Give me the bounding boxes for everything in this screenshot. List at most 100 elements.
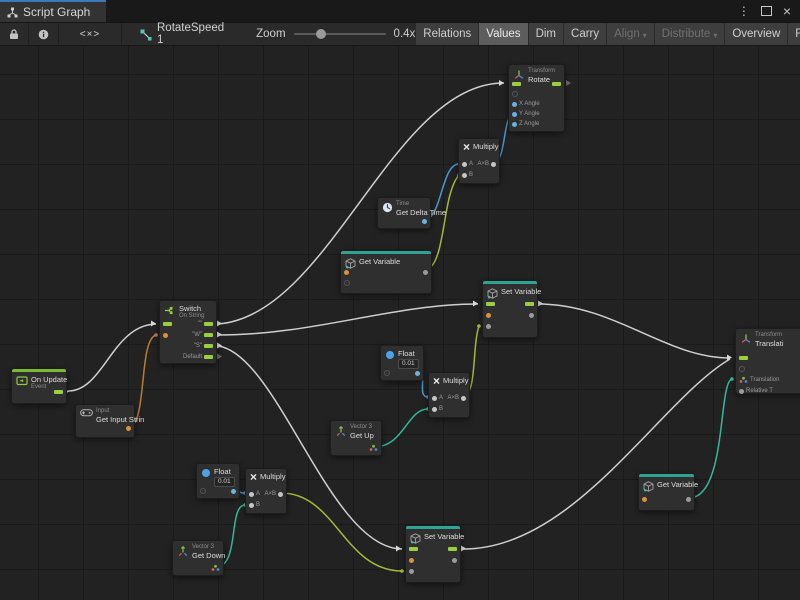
zoom-slider[interactable] bbox=[294, 33, 386, 35]
port-row: B bbox=[432, 404, 443, 414]
port-label: Y Angle bbox=[519, 111, 540, 117]
rotate-node[interactable]: TransformRotateX AngleY AngleZ Angle bbox=[508, 64, 565, 132]
lock-button[interactable] bbox=[0, 23, 29, 45]
translate-node[interactable]: TransformTranslatiTranslationRelative T bbox=[735, 328, 800, 394]
toolbar-toggle-align[interactable]: Align▾ bbox=[607, 23, 654, 45]
port-row bbox=[486, 299, 495, 309]
flow-port[interactable] bbox=[204, 344, 213, 348]
get-input-string-node[interactable]: InputGet Input Strin bbox=[75, 404, 135, 438]
unconnected-port[interactable] bbox=[200, 488, 206, 494]
flow-port[interactable] bbox=[409, 547, 418, 551]
value-port[interactable] bbox=[415, 371, 420, 376]
info-button[interactable] bbox=[29, 23, 59, 45]
set-variable-top-node[interactable]: Set Variable bbox=[482, 280, 538, 338]
value-port[interactable] bbox=[452, 558, 457, 563]
multiply-mid-node[interactable]: ×MultiplyABA×B bbox=[428, 372, 470, 418]
value-port[interactable] bbox=[462, 173, 467, 178]
flow-port[interactable] bbox=[739, 356, 748, 360]
value-port[interactable] bbox=[739, 389, 744, 394]
value-port[interactable] bbox=[491, 162, 496, 167]
on-update-node[interactable]: On UpdateEvent bbox=[11, 368, 67, 404]
zoom-thumb[interactable] bbox=[316, 29, 326, 39]
toolbar-toggle-dim[interactable]: Dim bbox=[529, 23, 563, 45]
flow-port[interactable] bbox=[552, 82, 561, 86]
flow-port[interactable] bbox=[204, 355, 213, 359]
multiply-top-node[interactable]: ×MultiplyABA×B bbox=[458, 138, 500, 184]
value-port[interactable] bbox=[231, 489, 236, 494]
toolbar-toggle-carry[interactable]: Carry bbox=[564, 23, 606, 45]
vector3-port[interactable] bbox=[211, 559, 220, 577]
node-kicker: Vector 3 bbox=[350, 424, 374, 431]
value-port[interactable] bbox=[462, 162, 467, 167]
unconnected-port[interactable] bbox=[384, 370, 390, 376]
value-port[interactable] bbox=[126, 426, 131, 431]
flow-port[interactable] bbox=[204, 333, 213, 337]
flow-port[interactable] bbox=[525, 302, 534, 306]
flow-port[interactable] bbox=[54, 390, 63, 394]
node-header: Vector 3Get Up bbox=[331, 421, 381, 440]
flow-port[interactable] bbox=[204, 322, 213, 326]
value-port[interactable] bbox=[686, 497, 691, 502]
value-port[interactable] bbox=[278, 492, 283, 497]
get-delta-time-node[interactable]: TimeGet Delta Time bbox=[377, 197, 431, 229]
toolbar-toggle-relations[interactable]: Relations bbox=[416, 23, 478, 45]
value-port[interactable] bbox=[423, 270, 428, 275]
port-label: "" bbox=[198, 321, 202, 327]
graph-breadcrumb[interactable]: RotateSpeed 1 bbox=[132, 23, 232, 45]
value-port[interactable] bbox=[529, 313, 534, 318]
port-row: B bbox=[462, 170, 473, 180]
port-label: A×B bbox=[477, 161, 489, 167]
value-port[interactable] bbox=[486, 324, 491, 329]
value-port[interactable] bbox=[422, 219, 427, 224]
switch-on-string-node[interactable]: SwitchOn String"""W""S"Default bbox=[159, 300, 217, 364]
get-variable-right-node[interactable]: Get Variable bbox=[638, 473, 695, 511]
graph-name: RotateSpeed 1 bbox=[157, 22, 224, 46]
flow-port[interactable] bbox=[486, 302, 495, 306]
get-up-node[interactable]: Vector 3Get Up bbox=[330, 420, 382, 456]
code-view-button[interactable]: <×> bbox=[59, 23, 122, 45]
toolbar-toggle-full-scre[interactable]: Full Scre bbox=[788, 23, 800, 45]
get-variable-rotate-node[interactable]: Get Variable bbox=[340, 250, 432, 294]
toolbar-toggle-values[interactable]: Values bbox=[479, 23, 527, 45]
port-row bbox=[369, 443, 378, 453]
set-variable-bottom-node[interactable]: Set Variable bbox=[405, 525, 461, 583]
flow-port[interactable] bbox=[512, 82, 521, 86]
value-port[interactable] bbox=[461, 396, 466, 401]
flow-port[interactable] bbox=[448, 547, 457, 551]
value-port[interactable] bbox=[409, 558, 414, 563]
get-down-node[interactable]: Vector 3Get Down bbox=[172, 540, 224, 576]
vector3-port[interactable] bbox=[369, 439, 378, 457]
value-port[interactable] bbox=[409, 569, 414, 574]
value-port[interactable] bbox=[512, 112, 517, 117]
close-icon[interactable]: × bbox=[783, 4, 791, 18]
maximize-icon[interactable] bbox=[761, 6, 772, 16]
toolbar-toggle-distribute[interactable]: Distribute▾ bbox=[655, 23, 725, 45]
toolbar-toggles: RelationsValuesDimCarryAlign▾Distribute▾… bbox=[415, 23, 800, 45]
info-icon bbox=[38, 29, 49, 40]
value-port[interactable] bbox=[249, 503, 254, 508]
toolbar-toggle-overview[interactable]: Overview bbox=[725, 23, 787, 45]
value-port[interactable] bbox=[432, 396, 437, 401]
unconnected-port[interactable] bbox=[344, 280, 350, 286]
unconnected-port[interactable] bbox=[512, 91, 518, 97]
value-port[interactable] bbox=[249, 492, 254, 497]
value-port[interactable] bbox=[432, 407, 437, 412]
tab-script-graph[interactable]: Script Graph bbox=[0, 0, 106, 22]
zoom-value: 0.4x bbox=[394, 28, 416, 40]
value-port[interactable] bbox=[512, 102, 517, 107]
value-port[interactable] bbox=[344, 270, 349, 275]
value-port[interactable] bbox=[642, 497, 647, 502]
float-bot-node[interactable]: Float0.01 bbox=[196, 463, 240, 499]
value-port[interactable] bbox=[512, 122, 517, 127]
port-row: A×B bbox=[477, 159, 496, 169]
value-port[interactable] bbox=[163, 333, 168, 338]
port-row: "" bbox=[198, 319, 213, 329]
variable-icon bbox=[643, 481, 654, 492]
value-port[interactable] bbox=[486, 313, 491, 318]
node-kicker: Time bbox=[396, 201, 426, 208]
multiply-bot-node[interactable]: ×MultiplyABA×B bbox=[245, 468, 287, 514]
float-mid-node[interactable]: Float0.01 bbox=[380, 345, 424, 381]
flow-port[interactable] bbox=[163, 322, 172, 326]
kebab-menu-icon[interactable]: ⋮ bbox=[738, 5, 750, 17]
tab-title: Script Graph bbox=[23, 5, 90, 19]
